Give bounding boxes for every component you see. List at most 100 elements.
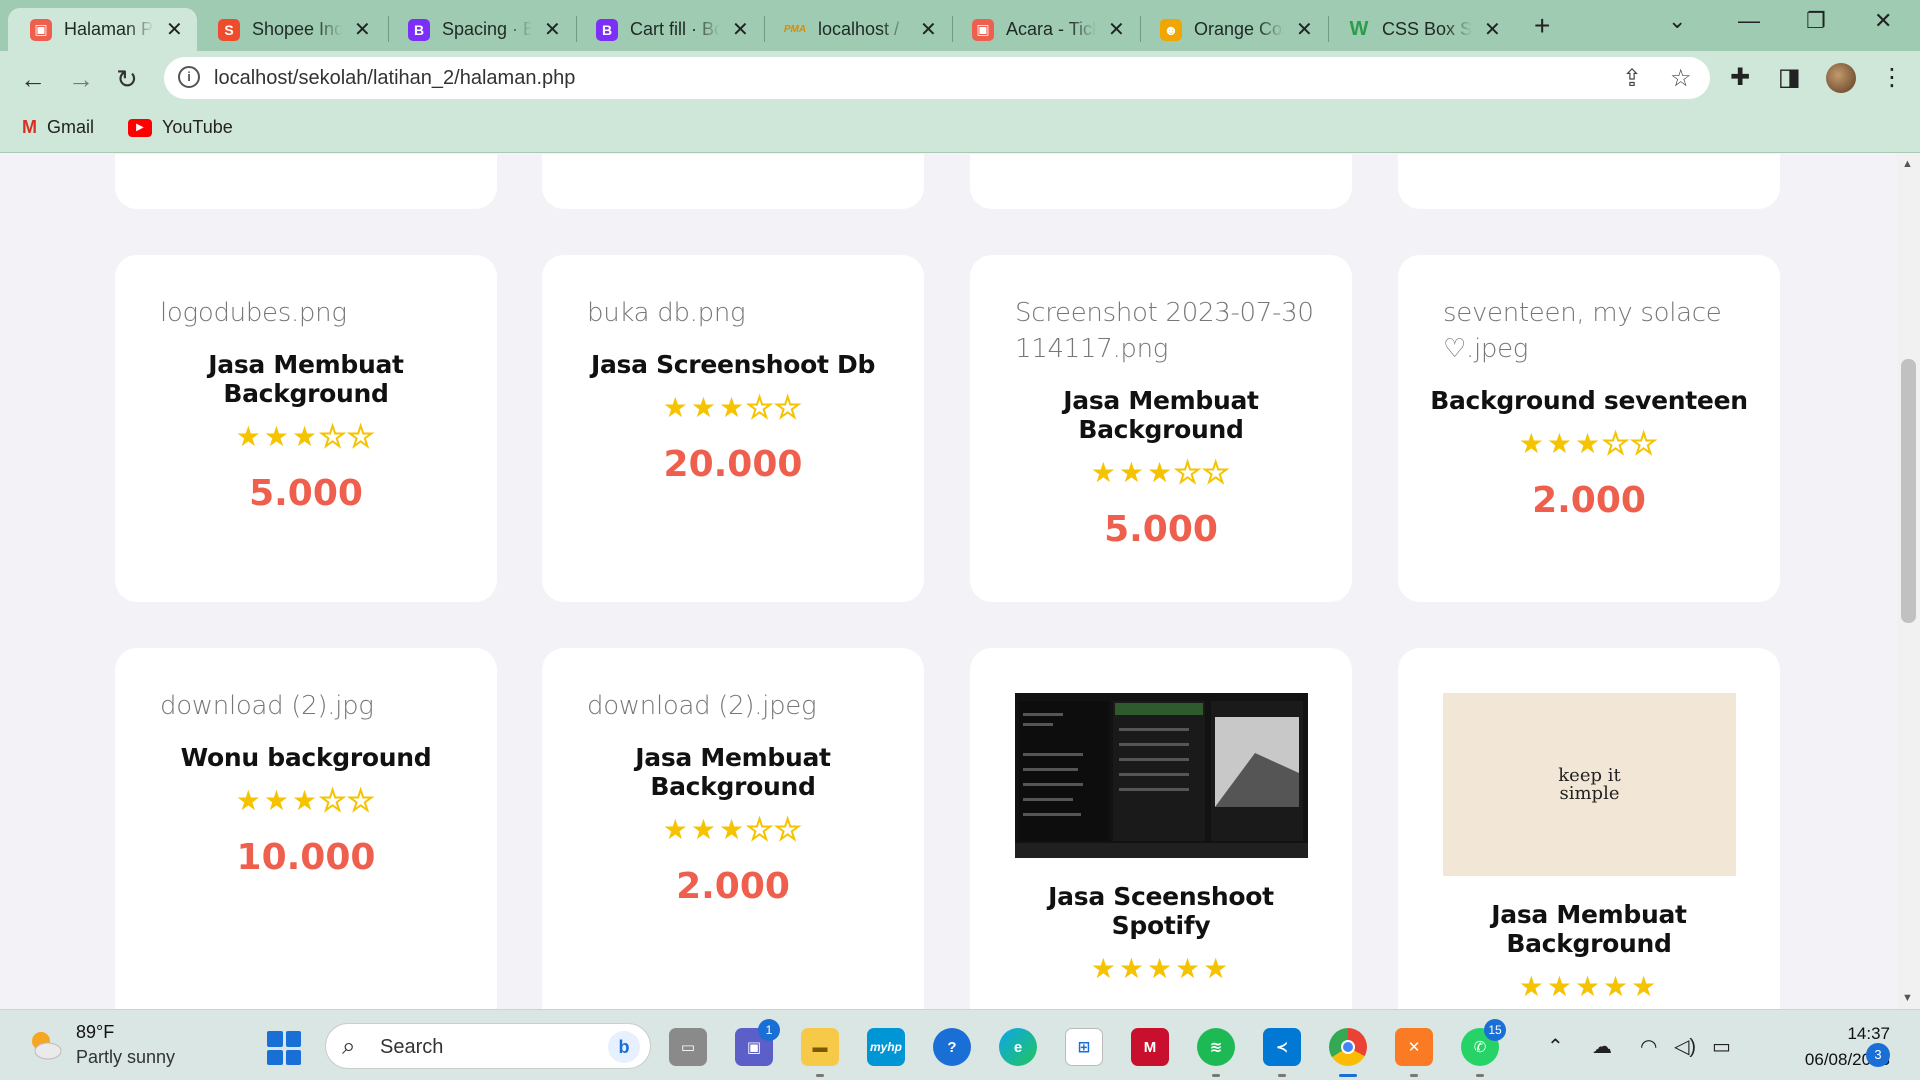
rating-stars: ★★★★★ [235,784,377,817]
taskbar-search-box[interactable]: ⌕ Search b [325,1023,651,1069]
close-icon[interactable]: ✕ [1108,17,1125,42]
share-icon[interactable]: ⇪ [1622,64,1642,93]
bookmark-youtube[interactable]: ▶ YouTube [128,117,233,138]
product-card[interactable]: Screenshot 2023-07-30 114117.png Jasa Me… [970,255,1352,602]
show-hidden-icons-chevron-icon[interactable]: ⌃ [1547,1034,1564,1059]
scroll-up-arrow-icon[interactable]: ▲ [1902,158,1913,170]
product-filename: logodubes.png [160,298,347,328]
rating-stars: ★★★★★ [1090,953,1232,984]
close-icon[interactable]: ✕ [920,17,937,42]
tab-spacing[interactable]: B Spacing · B ✕ [386,8,575,51]
partly-sunny-icon[interactable] [26,1026,64,1064]
keep-it-simple-image: keep it simple [1443,693,1736,876]
profile-avatar[interactable] [1826,63,1856,93]
product-filename: download (2).jpg [160,691,374,721]
tab-title: localhost / [818,19,900,39]
wifi-icon[interactable]: ◠ [1640,1034,1657,1059]
vscode-icon[interactable]: ≺ [1263,1028,1301,1066]
scrollbar-thumb[interactable] [1901,359,1916,623]
product-name: Wonu background [180,743,432,772]
search-placeholder: Search [380,1036,444,1058]
product-name: Jasa Membuat Background [208,350,404,408]
new-tab-plus-icon[interactable]: + [1534,10,1550,42]
product-card[interactable]: download (2).jpg Wonu background ★★★★★ 1… [115,648,497,1009]
tab-cart-fill[interactable]: B Cart fill · Bo ✕ [574,8,763,51]
product-card[interactable]: buka db.png Jasa Screenshoot Db ★★★★★ 20… [542,255,924,602]
tab-css-box-shadow[interactable]: W CSS Box Sh ✕ [1326,8,1515,51]
side-panel-icon[interactable]: ◨ [1778,63,1801,92]
task-view-icon[interactable]: ▭ [669,1028,707,1066]
chrome-icon[interactable] [1329,1028,1367,1066]
tab-orange-color[interactable]: ☻ Orange Col ✕ [1138,8,1327,51]
product-card[interactable]: download (2).jpeg Jasa Membuat Backgroun… [542,648,924,1009]
restore-icon[interactable]: ❐ [1806,8,1826,34]
onedrive-cloud-icon[interactable]: ☁ [1592,1034,1612,1059]
menu-kebab-icon[interactable]: ⋮ [1880,63,1904,92]
mcafee-icon[interactable]: M [1131,1028,1169,1066]
microsoft-store-icon[interactable]: ⊞ [1065,1028,1103,1066]
spotify-screenshot-image [1015,693,1308,858]
notification-count-badge[interactable]: 3 [1866,1043,1890,1067]
address-bar[interactable]: i localhost/sekolah/latihan_2/halaman.ph… [164,57,1710,99]
get-help-icon[interactable]: ? [933,1028,971,1066]
spotify-icon[interactable]: ≋ [1197,1028,1235,1066]
close-icon[interactable]: ✕ [354,17,371,42]
myhp-icon[interactable]: myhp [867,1028,905,1066]
product-name: Jasa Membuat Background [1491,900,1687,958]
tab-shopee[interactable]: S Shopee Ind ✕ [196,8,385,51]
tab-phpmyadmin[interactable]: PMA localhost / ✕ [762,8,951,51]
tab-title: Shopee Ind [252,19,342,39]
browser-toolbar: ← → ↻ i localhost/sekolah/latihan_2/hala… [0,51,1920,105]
tab-title: CSS Box Sh [1382,19,1472,39]
rating-stars: ★★★★★ [1090,456,1232,489]
minimize-icon[interactable]: — [1738,8,1760,34]
xampp-icon[interactable]: ✕ [1395,1028,1433,1066]
edge-icon[interactable]: e [999,1028,1037,1066]
back-arrow-icon[interactable]: ← [20,64,46,95]
rating-stars: ★★★★★ [1518,427,1660,460]
close-icon[interactable]: ✕ [732,17,749,42]
start-windows-icon[interactable] [267,1031,301,1065]
close-icon[interactable]: ✕ [166,17,183,42]
product-card[interactable]: seventeen, my solace ♡.jpeg Background s… [1398,255,1780,602]
close-icon[interactable]: ✕ [544,17,561,42]
product-price: 5.000 [249,473,363,514]
product-name: Jasa Membuat Background [1063,386,1259,444]
product-filename: download (2).jpeg [587,691,817,721]
site-info-icon[interactable]: i [178,66,200,88]
extensions-puzzle-icon[interactable]: ✚ [1730,63,1750,92]
url-text[interactable]: localhost/sekolah/latihan_2/halaman.php [214,67,575,90]
product-card[interactable]: logodubes.png Jasa Membuat Background ★★… [115,255,497,602]
product-card-partial[interactable] [1398,154,1780,209]
weather-description[interactable]: Partly sunny [76,1047,175,1068]
product-name: Jasa Screenshoot Db [590,350,876,379]
bookmark-gmail[interactable]: M Gmail [22,117,94,138]
forward-arrow-icon[interactable]: → [68,64,94,95]
product-card-partial[interactable] [115,154,497,209]
running-indicator [1339,1074,1357,1077]
tab-halaman[interactable]: ▣ Halaman Pe ✕ [8,8,197,51]
tab-acara[interactable]: ▣ Acara - Tick ✕ [950,8,1139,51]
product-card[interactable]: Jasa Sceenshoot Spotify ★★★★★ [970,648,1352,1009]
page-scrollbar[interactable]: ▲ ▼ [1897,154,1920,1009]
tab-search-chevron-icon[interactable]: ⌄ [1668,8,1686,34]
file-explorer-icon[interactable]: ▬ [801,1028,839,1066]
product-card-partial[interactable] [542,154,924,209]
close-window-icon[interactable]: ✕ [1874,8,1892,34]
product-filename: buka db.png [587,298,746,328]
close-icon[interactable]: ✕ [1296,17,1313,42]
clock-time[interactable]: 14:37 [1810,1024,1890,1044]
reload-icon[interactable]: ↻ [116,64,138,95]
battery-icon[interactable]: ▭ [1712,1034,1731,1059]
weather-temperature[interactable]: 89°F [76,1022,114,1043]
scroll-down-arrow-icon[interactable]: ▼ [1902,992,1913,1004]
volume-icon[interactable]: ◁) [1674,1034,1696,1059]
rating-stars: ★★★★★ [235,420,377,453]
bookmark-star-icon[interactable]: ☆ [1670,64,1692,93]
tab-title: Acara - Tick [1006,19,1096,39]
product-card[interactable]: keep it simple Jasa Membuat Background ★… [1398,648,1780,1009]
close-icon[interactable]: ✕ [1484,17,1501,42]
product-card-partial[interactable] [970,154,1352,209]
bing-icon[interactable]: b [608,1031,640,1063]
orange-favicon-icon: ☻ [1160,18,1182,41]
